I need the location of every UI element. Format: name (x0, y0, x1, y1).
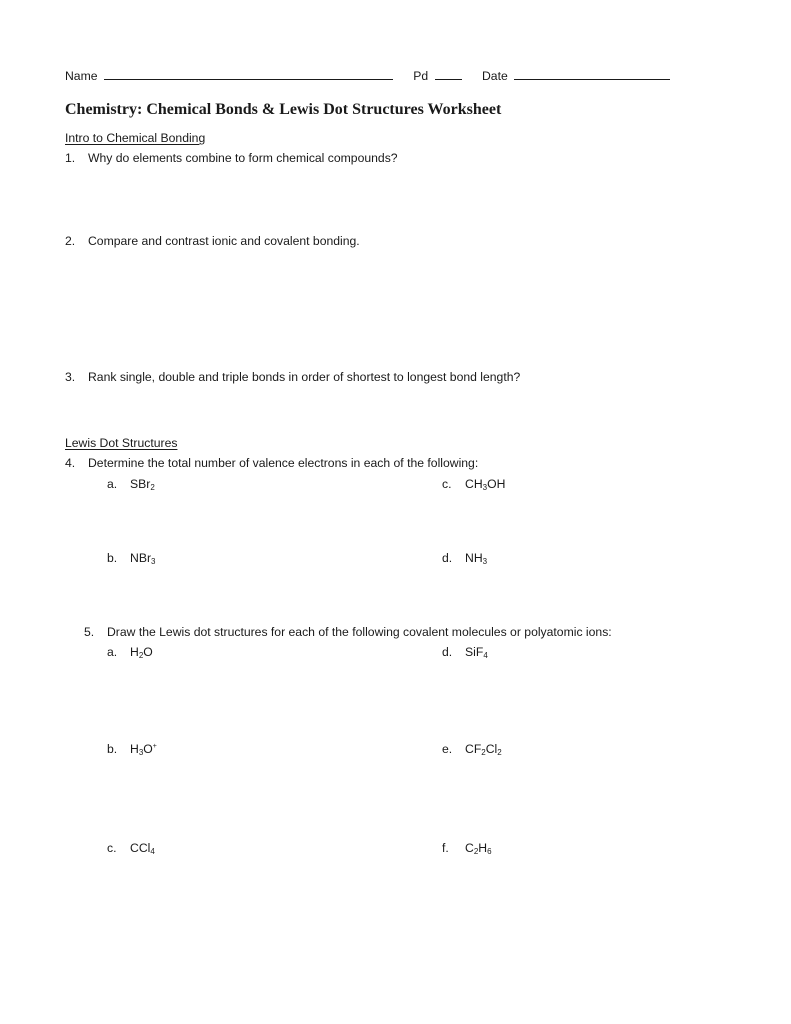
formula-subscript: 2 (150, 483, 155, 492)
formula: C2H6 (465, 841, 492, 856)
item-letter: b. (107, 742, 118, 756)
q4-item-d: d. NH3 (442, 551, 488, 566)
formula-subscript: 2 (481, 748, 486, 757)
date-blank[interactable] (514, 68, 671, 80)
q5-item-a: a. H2O (107, 645, 153, 660)
formula-charge: + (152, 743, 157, 750)
formula: SBr2 (130, 477, 155, 492)
formula-subscript: 3 (151, 557, 156, 566)
formula-subscript: 6 (487, 847, 492, 856)
question-1: 1. Why do elements combine to form chemic… (65, 152, 398, 164)
item-letter: f. (442, 841, 449, 855)
question-5: 5. Draw the Lewis dot structures for each… (84, 626, 612, 638)
item-letter: c. (442, 477, 452, 491)
question-text: Compare and contrast ionic and covalent … (88, 234, 360, 248)
item-letter: d. (442, 645, 453, 659)
formula: CF2Cl2 (465, 742, 502, 757)
formula: SiF4 (465, 645, 488, 660)
question-text: Draw the Lewis dot structures for each o… (107, 625, 612, 639)
q5-item-c: c. CCl4 (107, 841, 155, 856)
formula-subscript: 2 (497, 748, 502, 757)
question-text: Determine the total number of valence el… (88, 456, 479, 470)
formula-subscript: 4 (150, 847, 155, 856)
name-blank[interactable] (103, 68, 393, 80)
item-letter: e. (442, 742, 453, 756)
date-label: Date (482, 69, 508, 83)
formula-subscript: 3 (482, 557, 488, 566)
item-letter: a. (107, 645, 118, 659)
question-number: 5. (84, 625, 95, 639)
question-number: 1. (65, 151, 76, 165)
item-letter: a. (107, 477, 118, 491)
formula-subscript: 2 (473, 847, 479, 856)
question-text: Why do elements combine to form chemical… (88, 151, 398, 165)
item-letter: b. (107, 551, 118, 565)
question-number: 4. (65, 456, 76, 470)
formula-subscript: 4 (483, 651, 488, 660)
formula-subscript: 2 (138, 651, 144, 660)
question-4: 4. Determine the total number of valence … (65, 457, 478, 469)
question-number: 2. (65, 234, 76, 248)
pd-label: Pd (413, 69, 429, 83)
formula: H3O+ (130, 742, 157, 757)
q4-item-a: a. SBr2 (107, 477, 155, 492)
formula-subscript: 3 (138, 748, 144, 757)
formula: NBr3 (130, 551, 156, 566)
question-text: Rank single, double and triple bonds in … (88, 370, 521, 384)
pd-blank[interactable] (434, 68, 462, 80)
student-info-line: Name Pd Date (65, 68, 671, 83)
formula: H2O (130, 645, 153, 660)
section-heading-intro: Intro to Chemical Bonding (65, 131, 206, 145)
worksheet-title: Chemistry: Chemical Bonds & Lewis Dot St… (65, 101, 502, 118)
q5-item-d: d. SiF4 (442, 645, 488, 660)
name-label: Name (65, 69, 98, 83)
formula-subscript: 3 (482, 483, 488, 492)
item-letter: d. (442, 551, 453, 565)
q4-item-c: c. CH3OH (442, 477, 506, 492)
q5-item-e: e. CF2Cl2 (442, 742, 502, 757)
question-3: 3. Rank single, double and triple bonds i… (65, 371, 520, 383)
formula: CCl4 (130, 841, 155, 856)
item-letter: c. (107, 841, 117, 855)
q5-item-b: b. H3O+ (107, 742, 157, 757)
q5-item-f: f. C2H6 (442, 841, 492, 856)
formula: NH3 (465, 551, 488, 566)
question-number: 3. (65, 370, 76, 384)
question-2: 2. Compare and contrast ionic and covalen… (65, 235, 360, 247)
section-heading-lewis: Lewis Dot Structures (65, 436, 178, 450)
formula: CH3OH (465, 477, 506, 492)
q4-item-b: b. NBr3 (107, 551, 156, 566)
